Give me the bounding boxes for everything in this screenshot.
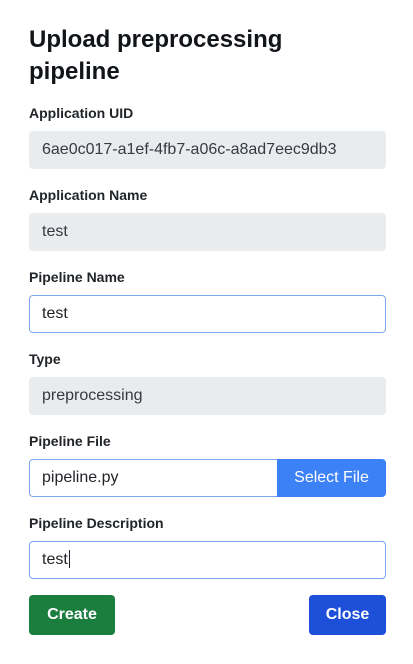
app-name-label: Application Name — [29, 187, 148, 203]
pipeline-name-label: Pipeline Name — [29, 269, 125, 285]
pipeline-name-input[interactable] — [29, 295, 386, 333]
app-uid-field: 6ae0c017-a1ef-4fb7-a06c-a8ad7eec9db3 — [29, 131, 386, 169]
close-button[interactable]: Close — [309, 595, 386, 635]
text-cursor — [68, 549, 70, 568]
upload-pipeline-dialog: Upload preprocessing pipeline Applicatio… — [0, 0, 413, 664]
create-button[interactable]: Create — [29, 595, 115, 635]
pipeline-file-group: pipeline.py Select File — [29, 459, 386, 497]
type-field: preprocessing — [29, 377, 386, 415]
type-label: Type — [29, 351, 61, 367]
app-name-field: test — [29, 213, 386, 251]
pipeline-file-name[interactable]: pipeline.py — [29, 459, 277, 497]
pipeline-description-input[interactable]: test — [29, 541, 386, 579]
select-file-button[interactable]: Select File — [277, 459, 386, 497]
pipeline-file-label: Pipeline File — [29, 433, 111, 449]
app-uid-label: Application UID — [29, 105, 134, 121]
pipeline-description-value: test — [42, 551, 68, 568]
pipeline-description-label: Pipeline Description — [29, 515, 164, 531]
dialog-title: Upload preprocessing pipeline — [29, 26, 283, 85]
